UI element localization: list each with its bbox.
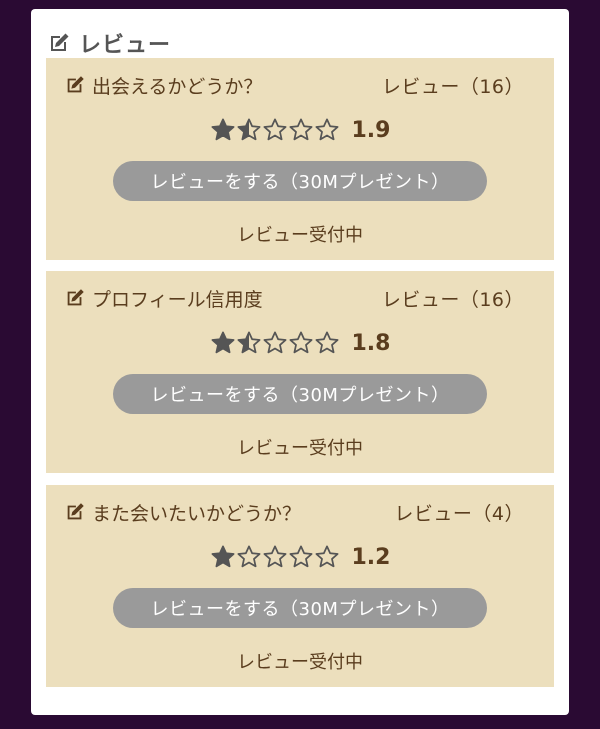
review-status: レビュー受付中 [237, 225, 363, 246]
rating-score: 1.9 [351, 117, 391, 143]
star-empty-icon [263, 331, 286, 354]
card-title-text: 出会えるかどうか？ [92, 75, 263, 98]
card-header: 出会えるかどうか？ レビュー（16） [64, 71, 524, 99]
star-half-icon [237, 118, 260, 141]
card-header: また会いたいかどうか？ レビュー（4） [64, 498, 524, 526]
review-status: レビュー受付中 [237, 652, 363, 673]
edit-icon [67, 76, 84, 93]
edit-icon [67, 503, 84, 520]
star-filled-icon [211, 331, 234, 354]
star-rating [210, 330, 340, 356]
card-title: また会いたいかどうか？ [64, 499, 301, 526]
review-status: レビュー受付中 [237, 438, 363, 459]
card-title: 出会えるかどうか？ [64, 72, 262, 99]
star-rating [210, 117, 340, 143]
write-review-button[interactable]: レビューをする（30Mプレゼント） [113, 161, 487, 201]
edit-icon [51, 33, 69, 51]
card-title-text: また会いたいかどうか？ [92, 502, 302, 525]
star-filled-icon [211, 545, 234, 568]
star-half-icon [237, 331, 260, 354]
review-card-profile: プロフィール信用度 レビュー（16） 1.8 レビューをする（30Mプレゼント）… [46, 271, 554, 473]
card-title: プロフィール信用度 [64, 285, 263, 312]
review-count-link[interactable]: レビュー（4） [394, 499, 524, 526]
star-rating [210, 544, 340, 570]
star-empty-icon [263, 118, 286, 141]
rating-row: 1.9 [46, 114, 554, 146]
review-panel: レビュー 出会えるかどうか？ レビュー（16） 1.9 レビューをする（30Mプ… [31, 9, 569, 715]
rating-score: 1.2 [351, 544, 391, 570]
rating-row: 1.8 [46, 327, 554, 359]
review-count-link[interactable]: レビュー（16） [382, 72, 524, 99]
review-card-meet: 出会えるかどうか？ レビュー（16） 1.9 レビューをする（30Mプレゼント）… [46, 58, 554, 260]
write-review-button[interactable]: レビューをする（30Mプレゼント） [113, 588, 487, 628]
star-empty-icon [289, 118, 312, 141]
card-title-text: プロフィール信用度 [92, 288, 263, 311]
edit-icon [67, 289, 84, 306]
star-filled-icon [211, 118, 234, 141]
card-header: プロフィール信用度 レビュー（16） [64, 284, 524, 312]
section-title: レビュー [79, 33, 172, 58]
star-empty-icon [315, 118, 338, 141]
review-card-meet-again: また会いたいかどうか？ レビュー（4） 1.2 レビューをする（30Mプレゼント… [46, 485, 554, 687]
write-review-button[interactable]: レビューをする（30Mプレゼント） [113, 374, 487, 414]
star-empty-icon [263, 545, 286, 568]
star-empty-icon [315, 545, 338, 568]
section-header: レビュー [47, 29, 172, 58]
star-empty-icon [237, 545, 260, 568]
star-empty-icon [289, 545, 312, 568]
star-empty-icon [315, 331, 338, 354]
rating-score: 1.8 [351, 330, 391, 356]
star-empty-icon [289, 331, 312, 354]
rating-row: 1.2 [46, 541, 554, 573]
review-count-link[interactable]: レビュー（16） [382, 285, 524, 312]
